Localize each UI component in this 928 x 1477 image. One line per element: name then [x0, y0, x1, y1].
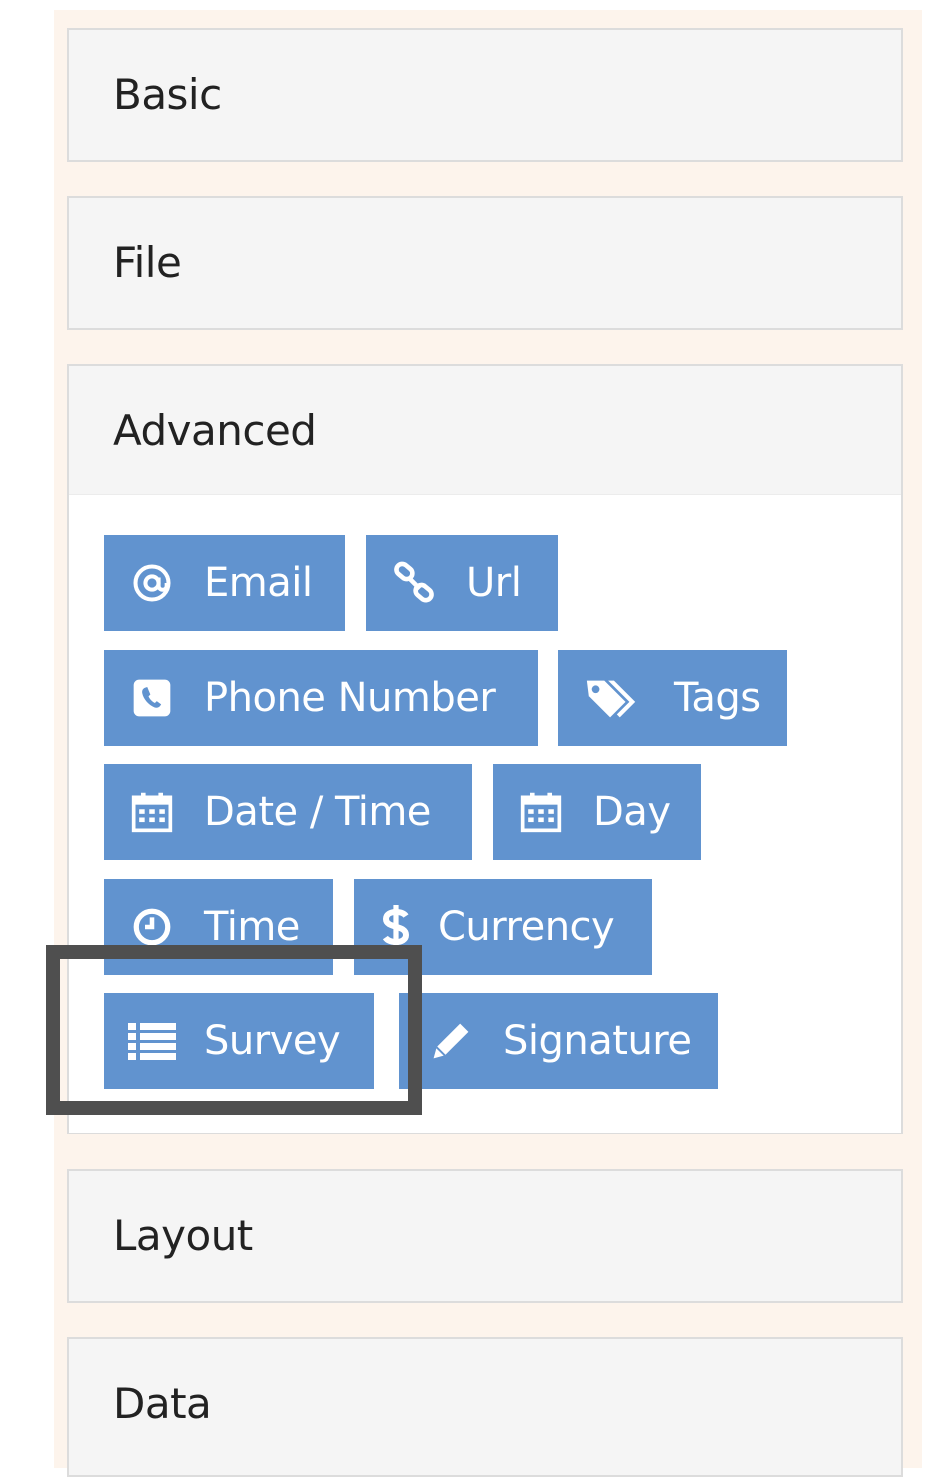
phone-icon — [128, 674, 176, 722]
panel-heading-basic[interactable]: Basic — [69, 30, 901, 158]
link-icon — [390, 559, 438, 607]
calendar-icon — [128, 788, 176, 836]
phone-number-button[interactable]: Phone Number — [104, 650, 538, 746]
tags-button[interactable]: Tags — [558, 650, 787, 746]
dollar-icon — [378, 903, 414, 951]
survey-button[interactable]: Survey — [104, 993, 374, 1089]
date-time-button[interactable]: Date / Time — [104, 764, 472, 860]
signature-button[interactable]: Signature — [399, 993, 718, 1089]
panel-layout: Layout — [67, 1169, 903, 1303]
currency-button-label: Currency — [438, 904, 615, 950]
panel-body-advanced: Email Url Phone Number Tags Date / Time … — [69, 494, 901, 1133]
panel-file: File — [67, 196, 903, 330]
calendar-icon — [517, 788, 565, 836]
survey-button-label: Survey — [204, 1018, 341, 1064]
pencil-icon — [427, 1017, 475, 1065]
day-button[interactable]: Day — [493, 764, 701, 860]
panel-heading-advanced[interactable]: Advanced — [69, 366, 901, 494]
panel-basic: Basic — [67, 28, 903, 162]
url-button[interactable]: Url — [366, 535, 558, 631]
signature-button-label: Signature — [503, 1018, 692, 1064]
panel-heading-data[interactable]: Data — [69, 1339, 901, 1467]
day-button-label: Day — [593, 789, 671, 835]
panel-data: Data — [67, 1337, 903, 1477]
currency-button[interactable]: Currency — [354, 879, 652, 975]
at-icon — [128, 559, 176, 607]
tags-icon — [582, 674, 642, 722]
panel-advanced: Advanced Email Url Phone Number Tags Dat… — [67, 364, 903, 1134]
panel-heading-layout[interactable]: Layout — [69, 1171, 901, 1299]
list-icon — [128, 1017, 176, 1065]
tags-button-label: Tags — [674, 675, 761, 721]
date-time-button-label: Date / Time — [204, 789, 431, 835]
panel-heading-file[interactable]: File — [69, 198, 901, 326]
time-button[interactable]: Time — [104, 879, 333, 975]
email-button-label: Email — [204, 560, 313, 606]
time-button-label: Time — [204, 904, 300, 950]
clock-icon — [128, 903, 176, 951]
email-button[interactable]: Email — [104, 535, 345, 631]
url-button-label: Url — [466, 560, 522, 606]
phone-number-button-label: Phone Number — [204, 675, 496, 721]
